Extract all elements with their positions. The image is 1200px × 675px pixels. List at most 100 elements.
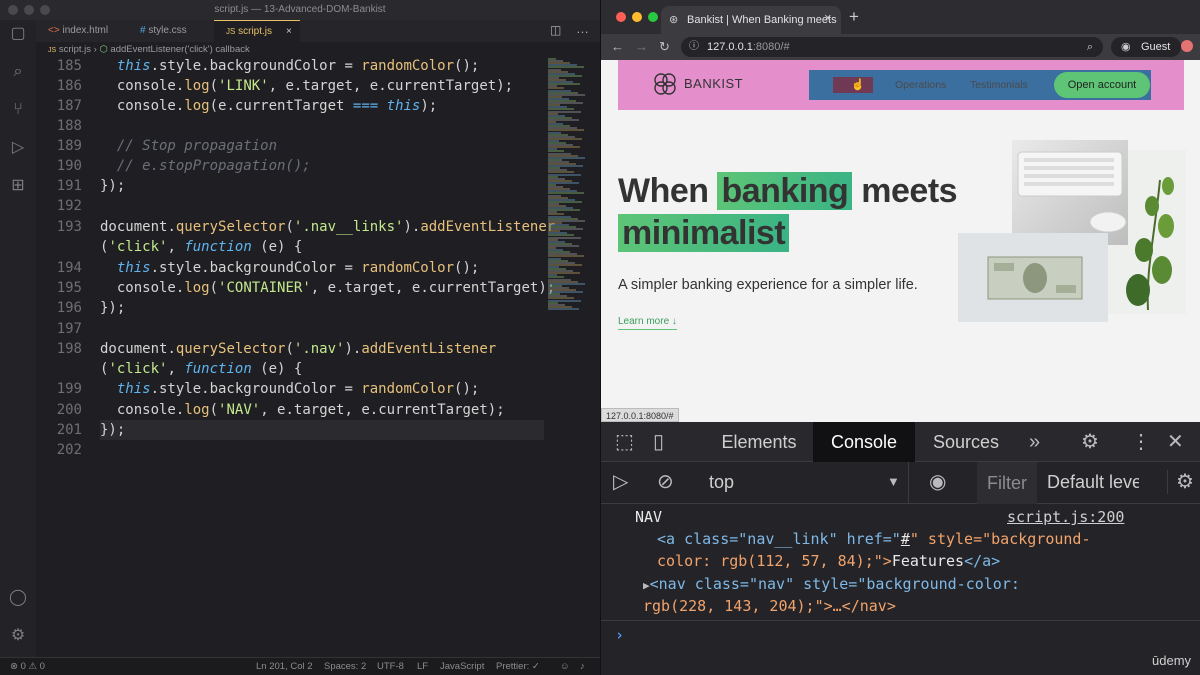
- cursor-position[interactable]: Ln 201, Col 2: [256, 658, 313, 675]
- expand-arrow-icon: ▶: [643, 579, 650, 592]
- code-line: 193 document.querySelector('.nav__links')…: [56, 219, 556, 235]
- minimap[interactable]: [546, 58, 590, 318]
- log-levels-dropdown[interactable]: Default leve: [1047, 472, 1139, 493]
- tab-elements[interactable]: Elements: [705, 422, 813, 462]
- code-line: 195 console.log('CONTAINER', e.target, e…: [56, 280, 556, 296]
- console-settings-icon[interactable]: ⚙: [1167, 470, 1194, 494]
- code-line: 189 // Stop propagation: [56, 138, 278, 154]
- source-control-icon[interactable]: ⑂: [8, 100, 28, 120]
- vscode-titlebar: script.js — 13-Advanced-DOM-Bankist: [0, 0, 600, 20]
- zoom-dot[interactable]: [648, 12, 658, 22]
- code-line: 202: [56, 442, 82, 458]
- console-prompt[interactable]: ›: [615, 624, 624, 646]
- favicon-icon: ⊛: [669, 14, 679, 26]
- new-tab-icon[interactable]: +: [849, 7, 859, 27]
- code-line: 186 console.log('LINK', e.target, e.curr…: [56, 78, 514, 94]
- close-dot[interactable]: [616, 12, 626, 22]
- gear-icon[interactable]: ⚙: [8, 626, 28, 646]
- brand-name: BANKIST: [684, 76, 744, 91]
- gear-icon[interactable]: ⚙: [1081, 430, 1099, 454]
- run-debug-icon[interactable]: ▷: [8, 138, 28, 158]
- site-nav[interactable]: BANKIST Features ☝ Operations Testimonia…: [618, 60, 1184, 110]
- code-line: 191});: [56, 178, 126, 194]
- code-line: 199 this.style.backgroundColor = randomC…: [56, 381, 480, 397]
- extensions-icon[interactable]: ⊞: [8, 176, 28, 196]
- bell-icon[interactable]: ♪: [580, 658, 585, 675]
- filter-input[interactable]: Filter: [977, 462, 1037, 504]
- browser-tabbar: ⊛ Bankist | When Banking meets × +: [601, 0, 1200, 34]
- hero-heading: When banking meets minimalist: [618, 172, 958, 252]
- minimap-line: [548, 307, 579, 310]
- close-icon[interactable]: ✕: [1167, 430, 1184, 454]
- breadcrumb-symbol[interactable]: addEventListener('click') callback: [110, 44, 249, 55]
- tab-script-js[interactable]: JS script.js ×: [214, 20, 300, 42]
- code-line: 200 console.log('NAV', e.target, e.curre…: [56, 402, 505, 418]
- html-icon: <>: [48, 25, 60, 36]
- zoom-dot[interactable]: [40, 5, 50, 15]
- code-line: 196});: [56, 300, 126, 316]
- learn-more-link[interactable]: Learn more ↓: [618, 316, 677, 330]
- search-icon[interactable]: ⌕: [8, 62, 28, 82]
- kebab-menu-icon[interactable]: ⋮: [1131, 430, 1151, 454]
- context-selector[interactable]: top ▼: [699, 462, 909, 504]
- breadcrumb-file[interactable]: script.js: [59, 44, 91, 55]
- indentation[interactable]: Spaces: 2: [324, 658, 366, 675]
- chevron-right-icon: ›: [93, 44, 97, 55]
- dollar-bill-image: [958, 233, 1108, 322]
- hero-subtitle: A simpler banking experience for a simpl…: [618, 277, 918, 293]
- eol[interactable]: LF: [417, 658, 428, 675]
- inspect-element-icon[interactable]: ⬚: [615, 430, 634, 454]
- close-dot[interactable]: [8, 5, 18, 15]
- browser-tab[interactable]: ⊛ Bankist | When Banking meets: [661, 6, 841, 34]
- nav-links[interactable]: Features ☝ Operations Testimonials Open …: [809, 70, 1151, 100]
- close-tab-icon[interactable]: ×: [824, 10, 832, 25]
- code-line: 201});: [56, 422, 126, 438]
- files-icon[interactable]: ▢: [8, 24, 28, 44]
- code-line: 192: [56, 198, 82, 214]
- split-editor-icon[interactable]: ◫: [550, 23, 561, 37]
- problems-indicator[interactable]: ⊗ 0 ⚠ 0: [10, 658, 45, 675]
- browser-toolbar: ← → ↻ ⓘ 127.0.0.1:8080/# ⌕ ◉ Guest: [601, 34, 1200, 60]
- prettier-status[interactable]: Prettier: ✓: [496, 658, 540, 675]
- feedback-icon[interactable]: ☺: [560, 658, 570, 675]
- encoding[interactable]: UTF-8: [377, 658, 404, 675]
- keyboard-image: [1012, 140, 1128, 245]
- address-bar[interactable]: ⓘ 127.0.0.1:8080/# ⌕: [681, 37, 1103, 57]
- link-status-url: 127.0.0.1:8080/#: [601, 408, 679, 422]
- reload-icon[interactable]: ↻: [659, 38, 670, 56]
- info-icon: ⓘ: [689, 41, 699, 52]
- language-mode[interactable]: JavaScript: [440, 658, 484, 675]
- eye-icon[interactable]: ◉: [929, 470, 946, 494]
- more-actions-icon[interactable]: …: [576, 21, 589, 36]
- sidebar-toggle-icon[interactable]: ▷: [613, 470, 628, 494]
- log-source-link[interactable]: script.js:200: [1007, 506, 1124, 528]
- bankist-logo-icon: [654, 73, 676, 95]
- open-account-button[interactable]: Open account: [1054, 72, 1150, 98]
- back-icon[interactable]: ←: [611, 38, 624, 56]
- code-line: 188: [56, 118, 82, 134]
- log-element-nav[interactable]: ▶<nav class="nav" style="background-colo…: [643, 573, 1020, 597]
- log-element-a[interactable]: <a class="nav__link" href="#" style="bac…: [657, 528, 1091, 550]
- nav-link-operations[interactable]: Operations: [895, 79, 946, 91]
- minimize-dot[interactable]: [24, 5, 34, 15]
- more-tabs-icon[interactable]: »: [1029, 430, 1040, 454]
- code-line: 194 this.style.backgroundColor = randomC…: [56, 260, 480, 276]
- nav-link-testimonials[interactable]: Testimonials: [970, 79, 1028, 91]
- clear-console-icon[interactable]: ⊘: [657, 470, 674, 494]
- minimize-dot[interactable]: [632, 12, 642, 22]
- account-icon[interactable]: ◯: [8, 588, 28, 608]
- tab-style-css[interactable]: # style.css: [128, 20, 214, 42]
- device-toolbar-icon[interactable]: ▯: [653, 430, 664, 454]
- search-icon[interactable]: ⌕: [1087, 37, 1093, 57]
- tab-index-html[interactable]: <> index.html: [36, 20, 128, 42]
- profile-button[interactable]: ◉ Guest: [1111, 37, 1181, 57]
- mouse-cursor-icon: ☝: [851, 79, 865, 91]
- extension-icon[interactable]: [1181, 40, 1193, 52]
- forward-icon[interactable]: →: [635, 38, 648, 56]
- tab-console[interactable]: Console: [813, 422, 915, 462]
- close-tab-icon[interactable]: ×: [286, 21, 292, 43]
- console-output: NAV script.js:200 <a class="nav__link" h…: [601, 504, 1200, 675]
- code-editor[interactable]: 185 this.style.backgroundColor = randomC…: [36, 58, 556, 657]
- tab-sources[interactable]: Sources: [915, 422, 1017, 462]
- web-page: BANKIST Features ☝ Operations Testimonia…: [601, 60, 1200, 408]
